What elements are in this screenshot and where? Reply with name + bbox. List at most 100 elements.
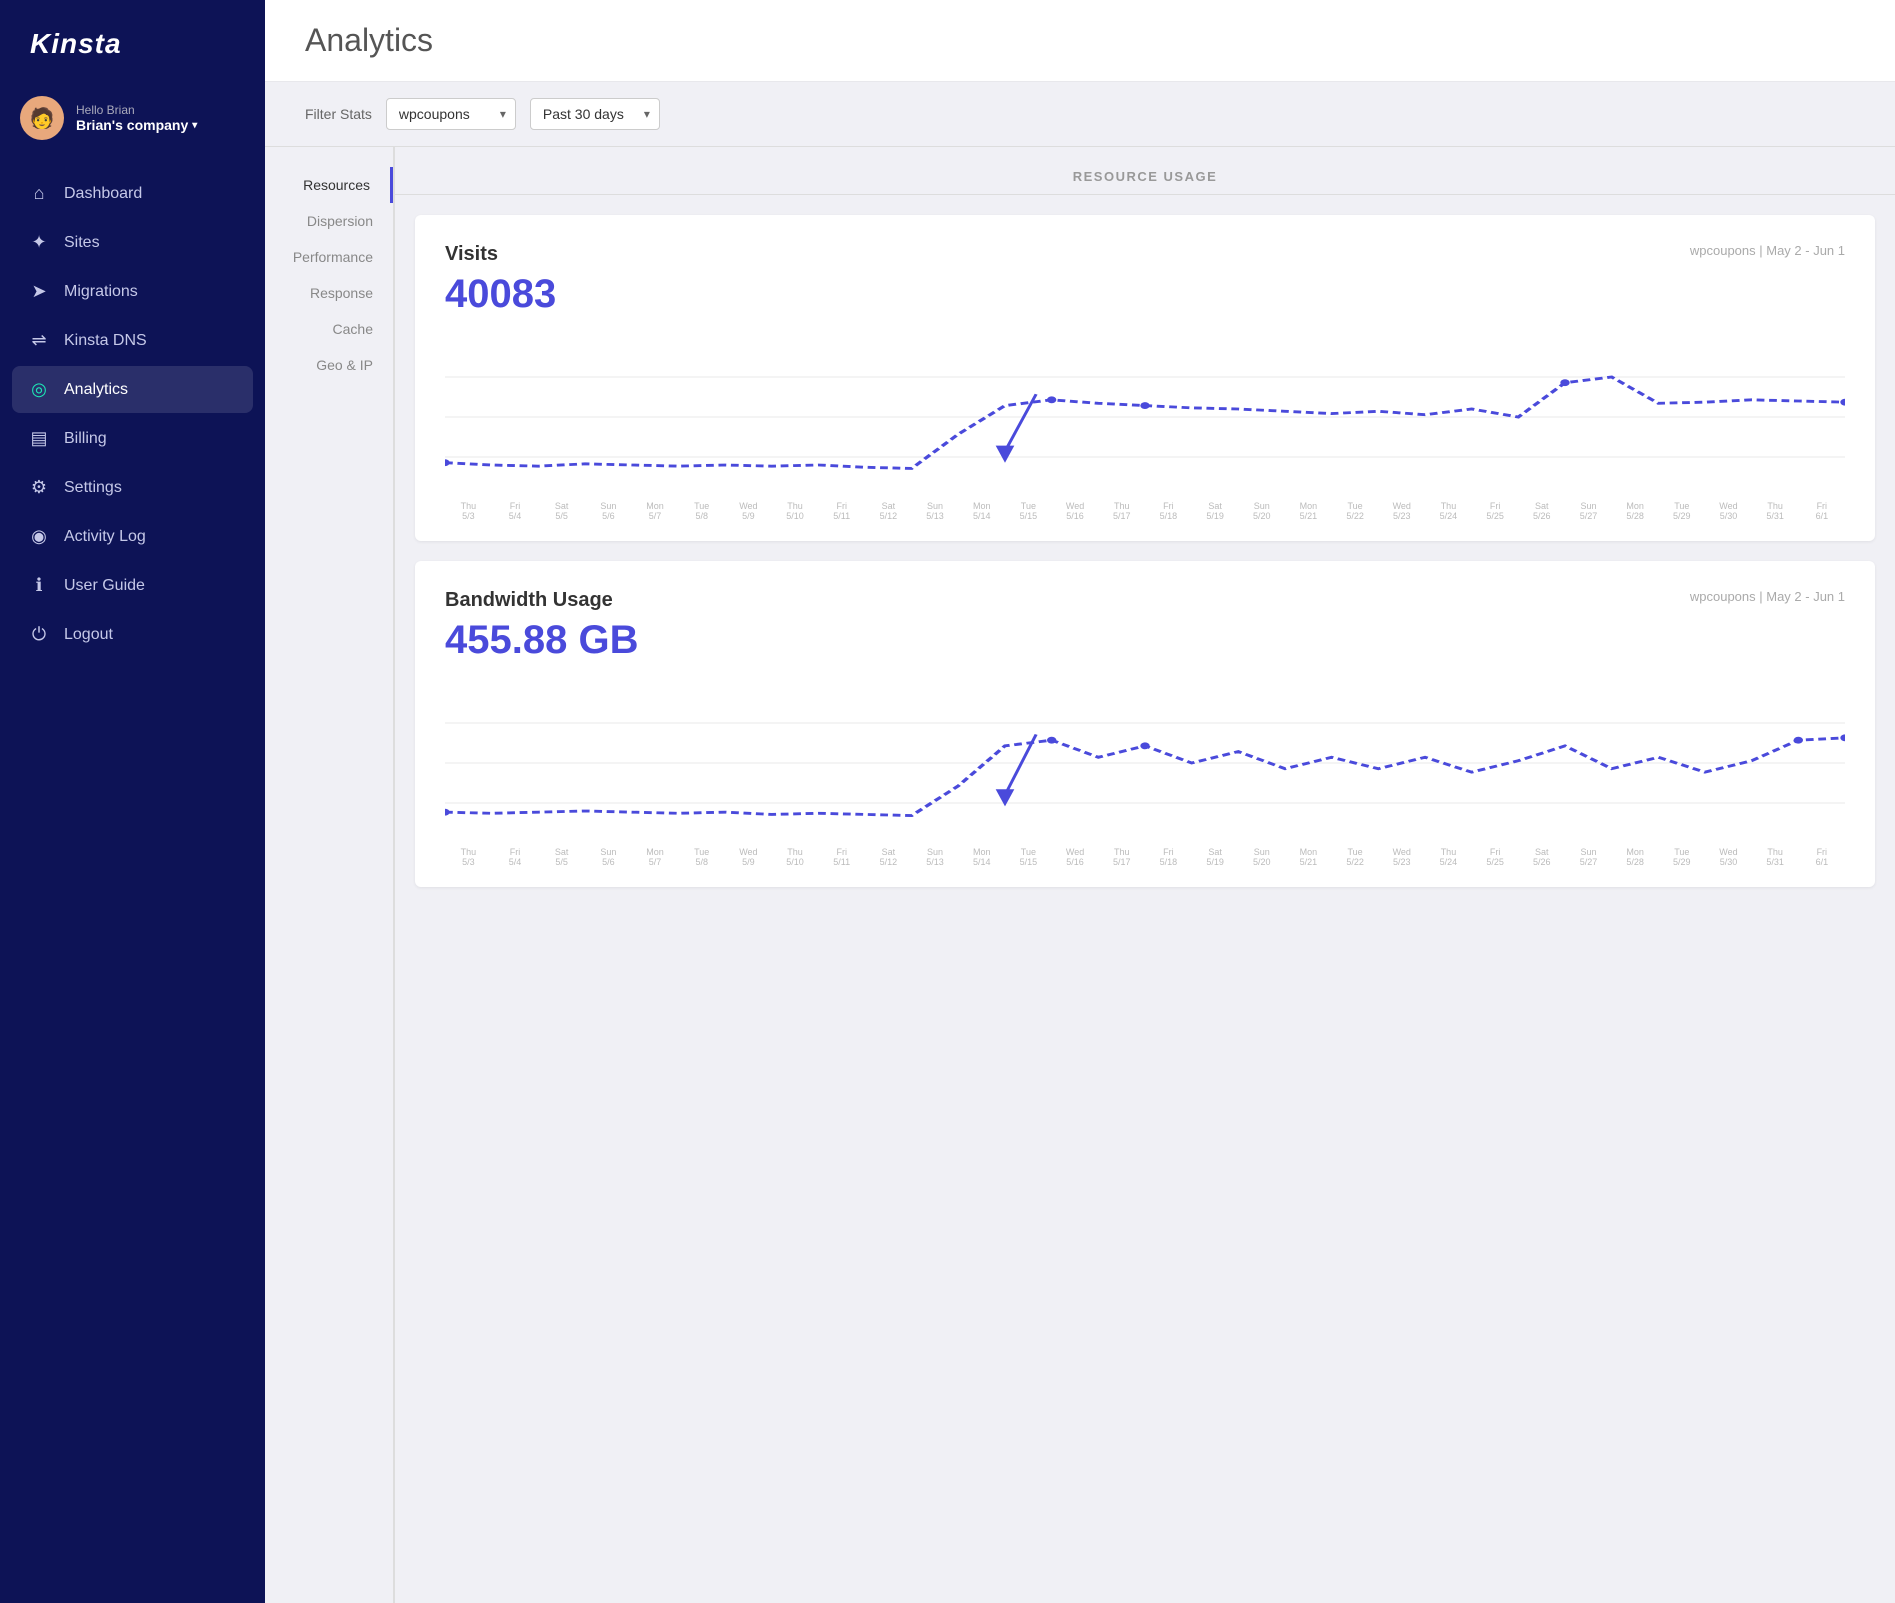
x-label: Fri5/18 bbox=[1145, 501, 1192, 521]
visits-value: 40083 bbox=[445, 272, 1845, 317]
sidebar-item-dashboard[interactable]: ⌂ Dashboard bbox=[12, 170, 253, 217]
x-label: Sat5/5 bbox=[538, 847, 585, 867]
x-label: Wed5/30 bbox=[1705, 847, 1752, 867]
visits-chart bbox=[445, 337, 1845, 497]
x-label: Mon5/14 bbox=[958, 501, 1005, 521]
x-label: Thu5/10 bbox=[772, 847, 819, 867]
x-label: Sat5/19 bbox=[1192, 847, 1239, 867]
x-label: Tue5/22 bbox=[1332, 501, 1379, 521]
sub-nav: Resources Dispersion Performance Respons… bbox=[265, 147, 395, 1603]
bandwidth-meta: wpcoupons | May 2 - Jun 1 bbox=[1690, 589, 1845, 604]
user-section[interactable]: 🧑 Hello Brian Brian's company ▾ bbox=[0, 84, 265, 160]
page-header: Analytics bbox=[265, 0, 1895, 82]
sidebar-item-migrations[interactable]: ➤ Migrations bbox=[12, 268, 253, 315]
x-label: Fri5/25 bbox=[1472, 501, 1519, 521]
x-label: Sun5/13 bbox=[912, 847, 959, 867]
sub-nav-section: Resources Dispersion Performance Respons… bbox=[265, 147, 395, 1603]
sidebar-item-sites[interactable]: ✦ Sites bbox=[12, 219, 253, 266]
main-nav: ⌂ Dashboard ✦ Sites ➤ Migrations ⇌ Kinst… bbox=[0, 170, 265, 658]
x-label: Wed5/30 bbox=[1705, 501, 1752, 521]
sub-nav-response[interactable]: Response bbox=[265, 275, 393, 311]
sites-icon: ✦ bbox=[28, 232, 50, 253]
section-header: RESOURCE USAGE bbox=[395, 147, 1895, 195]
x-label: Mon5/21 bbox=[1285, 847, 1332, 867]
x-label: Mon5/28 bbox=[1612, 847, 1659, 867]
x-label: Sun5/27 bbox=[1565, 847, 1612, 867]
x-label: Fri5/11 bbox=[818, 847, 865, 867]
x-label: Fri6/1 bbox=[1798, 501, 1845, 521]
content-area: Resources Dispersion Performance Respons… bbox=[265, 147, 1895, 1603]
site-select-wrapper: wpcoupons bbox=[386, 98, 516, 130]
visits-svg bbox=[445, 337, 1845, 497]
x-label: Mon5/28 bbox=[1612, 501, 1659, 521]
x-label: Sat5/12 bbox=[865, 847, 912, 867]
visits-meta: wpcoupons | May 2 - Jun 1 bbox=[1690, 243, 1845, 258]
x-label: Sun5/20 bbox=[1238, 501, 1285, 521]
user-greeting: Hello Brian bbox=[76, 103, 245, 117]
sidebar: Kinsta 🧑 Hello Brian Brian's company ▾ ⌂… bbox=[0, 0, 265, 1603]
x-label: Wed5/9 bbox=[725, 501, 772, 521]
x-label: Mon5/14 bbox=[958, 847, 1005, 867]
x-label: Fri5/4 bbox=[492, 847, 539, 867]
visits-chart-card: Visits wpcoupons | May 2 - Jun 1 40083 bbox=[415, 215, 1875, 541]
x-label: Thu5/31 bbox=[1752, 847, 1799, 867]
sidebar-item-activity-log[interactable]: ◉ Activity Log bbox=[12, 513, 253, 560]
sub-nav-geo-ip[interactable]: Geo & IP bbox=[265, 347, 393, 383]
site-select[interactable]: wpcoupons bbox=[386, 98, 516, 130]
activity-icon: ◉ bbox=[28, 526, 50, 547]
migrations-icon: ➤ bbox=[28, 281, 50, 302]
sub-nav-resources[interactable]: Resources bbox=[265, 167, 393, 203]
sidebar-item-billing[interactable]: ▤ Billing bbox=[12, 415, 253, 462]
avatar: 🧑 bbox=[20, 96, 64, 140]
sidebar-item-user-guide[interactable]: ℹ User Guide bbox=[12, 562, 253, 609]
x-label: Fri5/4 bbox=[492, 501, 539, 521]
x-label: Sat5/12 bbox=[865, 501, 912, 521]
dns-icon: ⇌ bbox=[28, 330, 50, 351]
x-label: Mon5/7 bbox=[632, 501, 679, 521]
filter-label: Filter Stats bbox=[305, 106, 372, 122]
x-label: Sun5/13 bbox=[912, 501, 959, 521]
x-label: Fri6/1 bbox=[1798, 847, 1845, 867]
x-label: Wed5/9 bbox=[725, 847, 772, 867]
sidebar-item-analytics[interactable]: ◎ Analytics bbox=[12, 366, 253, 413]
x-label: Tue5/29 bbox=[1658, 847, 1705, 867]
billing-icon: ▤ bbox=[28, 428, 50, 449]
bandwidth-chart bbox=[445, 683, 1845, 843]
bandwidth-chart-header: Bandwidth Usage wpcoupons | May 2 - Jun … bbox=[445, 589, 1845, 612]
home-icon: ⌂ bbox=[28, 183, 50, 204]
sub-nav-cache[interactable]: Cache bbox=[265, 311, 393, 347]
x-label: Fri5/18 bbox=[1145, 847, 1192, 867]
x-label: Fri5/11 bbox=[818, 501, 865, 521]
sidebar-item-kinsta-dns[interactable]: ⇌ Kinsta DNS bbox=[12, 317, 253, 364]
x-label: Tue5/8 bbox=[678, 501, 725, 521]
sidebar-item-logout[interactable]: ⏻ Logout bbox=[12, 611, 253, 658]
x-label: Wed5/16 bbox=[1052, 501, 1099, 521]
x-label: Tue5/29 bbox=[1658, 501, 1705, 521]
x-label: Fri5/25 bbox=[1472, 847, 1519, 867]
x-label: Sun5/6 bbox=[585, 501, 632, 521]
sidebar-item-settings[interactable]: ⚙ Settings bbox=[12, 464, 253, 511]
bandwidth-title: Bandwidth Usage bbox=[445, 589, 613, 612]
visits-title: Visits bbox=[445, 243, 498, 266]
main-content: Analytics Filter Stats wpcoupons Past 30… bbox=[265, 0, 1895, 1603]
x-label: Thu5/24 bbox=[1425, 847, 1472, 867]
logout-icon: ⏻ bbox=[28, 624, 50, 645]
x-label: Wed5/16 bbox=[1052, 847, 1099, 867]
guide-icon: ℹ bbox=[28, 575, 50, 596]
sub-nav-performance[interactable]: Performance bbox=[265, 239, 393, 275]
page-title: Analytics bbox=[305, 22, 1855, 59]
x-label: Thu5/17 bbox=[1098, 847, 1145, 867]
x-label: Thu5/3 bbox=[445, 847, 492, 867]
x-label: Sat5/5 bbox=[538, 501, 585, 521]
x-label: Wed5/23 bbox=[1378, 501, 1425, 521]
x-label: Thu5/10 bbox=[772, 501, 819, 521]
period-select[interactable]: Past 30 days bbox=[530, 98, 660, 130]
analytics-icon: ◎ bbox=[28, 379, 50, 400]
sub-nav-dispersion[interactable]: Dispersion bbox=[265, 203, 393, 239]
x-label: Sun5/27 bbox=[1565, 501, 1612, 521]
user-company: Brian's company ▾ bbox=[76, 117, 245, 133]
settings-icon: ⚙ bbox=[28, 477, 50, 498]
user-info: Hello Brian Brian's company ▾ bbox=[76, 103, 245, 133]
x-label: Sat5/19 bbox=[1192, 501, 1239, 521]
x-label: Thu5/31 bbox=[1752, 501, 1799, 521]
